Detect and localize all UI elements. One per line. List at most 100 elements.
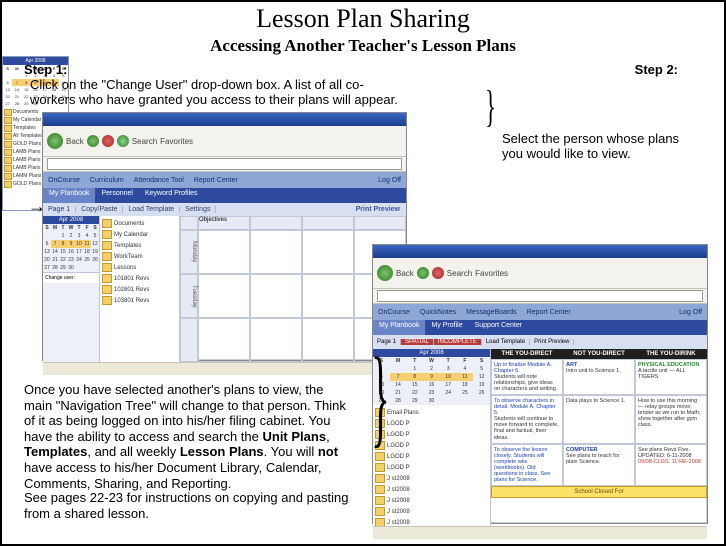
forward-icon[interactable] [87,135,99,147]
lesson-cell[interactable] [250,230,302,274]
subbar-printpreview[interactable]: Print Preview [351,206,406,213]
back-icon[interactable] [47,133,63,149]
tree-item[interactable]: WorkTeam [102,251,177,262]
favorites-label[interactable]: Favorites [475,269,508,278]
shared-navigation-tree[interactable]: Email PlansLGOD PLGOD PLGOD PLGOD PLGOD … [373,405,491,526]
toolbar-link[interactable]: OnCourse [373,309,415,316]
stop-icon[interactable] [102,135,114,147]
tree-item[interactable]: LGOD P [375,451,488,462]
mini-calendar[interactable]: Apr 2008 SMTWTFS123456789101112131415161… [43,216,100,362]
tree-item[interactable]: Email Plans [375,407,488,418]
folder-icon [102,219,112,228]
tree-item[interactable]: LGOD P [375,418,488,429]
lesson-cell[interactable]: To observe characters in detail. Module … [491,395,563,443]
tree-item[interactable]: 103801 Revs [102,295,177,306]
folder-icon [375,507,385,516]
mini-calendar[interactable]: Apr 2008 SMTWTFS123456789101112131415161… [373,349,491,405]
lesson-cell[interactable] [198,318,250,362]
app-top-toolbar: OnCourse QuickNotes MessageBoards Report… [373,304,707,320]
subtab-incomplete[interactable]: INCOMPLETE [434,339,482,345]
folder-icon [4,125,12,132]
back-icon[interactable] [377,265,393,281]
subtab-spatial[interactable]: SPATIAL [401,339,434,345]
favorites-label[interactable]: Favorites [160,137,193,146]
lesson-cell[interactable]: PHYSICAL EDUCATIONA tactile unit — ALL T… [635,359,707,395]
toolbar-link[interactable]: Attendance Tool [129,177,189,184]
subbar-loadtemplate[interactable]: Load Template [123,206,180,213]
lesson-cell[interactable] [198,274,250,318]
toolbar-link[interactable]: Log Off [373,177,406,184]
tree-item[interactable]: Lessons [102,262,177,273]
search-label[interactable]: Search [447,269,472,278]
shared-lesson-grid: THE YOU-DIRECTNOT YOU-DIRECTTHE YOU-DIRI… [491,349,707,526]
lesson-cell[interactable] [250,318,302,362]
lesson-cell[interactable] [250,274,302,318]
see-pages-note: See pages 22-23 for instructions on copy… [24,490,349,521]
navigation-tree[interactable]: DocumentsMy CalendarTemplatesWorkTeamLes… [100,216,180,362]
tree-item[interactable]: J st2008 [375,506,488,517]
toolbar-link[interactable]: Report Center [189,177,243,184]
toolbar-link[interactable]: Log Off [674,309,707,316]
tree-item[interactable]: 101801 Revs [102,273,177,284]
folder-icon [102,252,112,261]
folder-icon [375,496,385,505]
tree-item[interactable]: J st2008 [375,495,488,506]
tree-item[interactable]: J st2008 [375,517,488,526]
search-label[interactable]: Search [132,137,157,146]
tree-item[interactable]: J st2008 [375,484,488,495]
planner-subbar: Page 1 SPATIAL INCOMPLETE Load Template … [373,335,707,349]
folder-icon [4,181,12,188]
step-1-text: Click on the "Change User" drop-down box… [30,78,400,108]
subtab-loadtemplate[interactable]: Load Template [482,339,530,345]
folder-icon [375,474,385,483]
toolbar-link[interactable]: Report Center [522,309,576,316]
lesson-cell[interactable]: COMPUTERSee plans to teach for plain Sci… [563,444,635,486]
lesson-cell[interactable]: See plans Revs Five. UPDATED: 6-11-20080… [635,444,707,486]
folder-icon [4,133,12,140]
tree-item[interactable]: LGOD P [375,429,488,440]
folder-icon [102,230,112,239]
stop-icon[interactable] [432,267,444,279]
lesson-cell[interactable]: Data plays to Science 1. [563,395,635,443]
subbar-copypaste[interactable]: Copy/Paste [76,206,123,213]
tree-item[interactable]: My Calendar [102,229,177,240]
tree-item[interactable]: LGOD P [375,462,488,473]
toolbar-link[interactable]: MessageBoards [461,309,522,316]
tab-support[interactable]: Support Center [469,320,528,335]
lesson-cell[interactable] [302,318,354,362]
tree-item[interactable]: 102801 Revs [102,284,177,295]
grid-header: THE YOU-DIRINK [635,349,707,359]
lesson-cell[interactable]: Up to finalize Module A, Chapter 6.Stude… [491,359,563,395]
address-bar [43,157,406,172]
lesson-cell[interactable]: ARTIntro unit to Science 1. [563,359,635,395]
lesson-cell[interactable]: How to use this morning — relay groups m… [635,395,707,443]
toolbar-link[interactable]: OnCourse [43,177,85,184]
refresh-icon[interactable] [117,135,129,147]
lesson-cell[interactable]: To observe the lesson closely. Students … [491,444,563,486]
address-field[interactable] [47,158,402,170]
lesson-cell[interactable] [198,230,250,274]
tree-item[interactable]: Documents [102,218,177,229]
folder-icon [4,141,12,148]
day-label [180,318,198,362]
grid-header [354,216,406,230]
lesson-cell[interactable] [302,230,354,274]
lesson-cell[interactable] [302,274,354,318]
change-user-dropdown[interactable]: Change user: [43,272,99,283]
tab-personnel[interactable]: Personnel [95,188,139,203]
tab-my-profile[interactable]: My Profile [425,320,468,335]
tab-my-planbook[interactable]: My Planbook [43,188,95,203]
toolbar-link[interactable]: QuickNotes [415,309,461,316]
tab-my-planbook[interactable]: My Planbook [373,320,425,335]
tree-item[interactable]: LGOD P [375,440,488,451]
forward-icon[interactable] [417,267,429,279]
tab-keyword-profiles[interactable]: Keyword Profiles [139,188,204,203]
folder-icon [102,274,112,283]
subbar-page[interactable]: Page 1 [43,206,76,213]
subbar-settings[interactable]: Settings [180,206,216,213]
tree-item[interactable]: J st2008 [375,473,488,484]
tree-item[interactable]: Templates [102,240,177,251]
toolbar-link[interactable]: Curriculum [85,177,129,184]
subtab-printpreview[interactable]: Print Preview [530,339,574,345]
address-field[interactable] [377,290,703,302]
